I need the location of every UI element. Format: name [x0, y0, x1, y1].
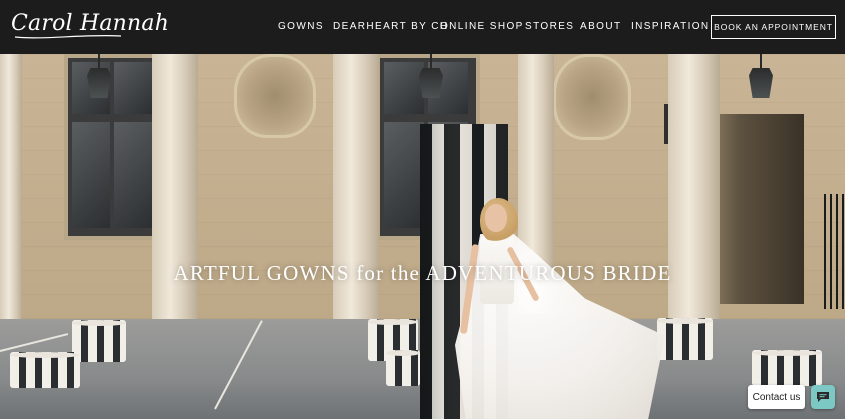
iron-gate: [824, 194, 845, 309]
hero-headline: ARTFUL GOWNS for the ADVENTUROUS BRIDE: [173, 261, 672, 285]
logo-swash-icon: [14, 35, 122, 39]
chat-bubble-icon[interactable]: [811, 385, 835, 409]
bride-head: [485, 204, 507, 232]
striped-drum: [386, 350, 420, 386]
nav-item-online-shop[interactable]: ONLINE SHOP: [440, 21, 524, 32]
nav-item-gowns[interactable]: GOWNS: [278, 21, 324, 32]
nav-item-stores[interactable]: STORES: [525, 21, 574, 32]
hero-banner: ARTFUL GOWNS for the ADVENTUROUS BRIDE C…: [0, 54, 845, 419]
hero-window: [64, 54, 164, 240]
striped-drum: [72, 320, 126, 362]
wall-medallion: [553, 54, 631, 140]
nav-item-dearheart[interactable]: DEARHEART BY CH: [333, 21, 448, 32]
striped-drum: [657, 318, 713, 360]
nav-item-about[interactable]: ABOUT: [580, 21, 621, 32]
contact-us-button[interactable]: Contact us: [748, 385, 805, 409]
site-header: Carol Hannah GOWNS DEARHEART BY CH ONLIN…: [0, 0, 845, 54]
striped-drum: [10, 352, 80, 388]
wall-medallion: [234, 54, 316, 138]
nav-item-inspiration[interactable]: INSPIRATION: [631, 21, 710, 32]
striped-drum: [752, 350, 822, 386]
book-appointment-button[interactable]: BOOK AN APPOINTMENT: [711, 15, 836, 39]
